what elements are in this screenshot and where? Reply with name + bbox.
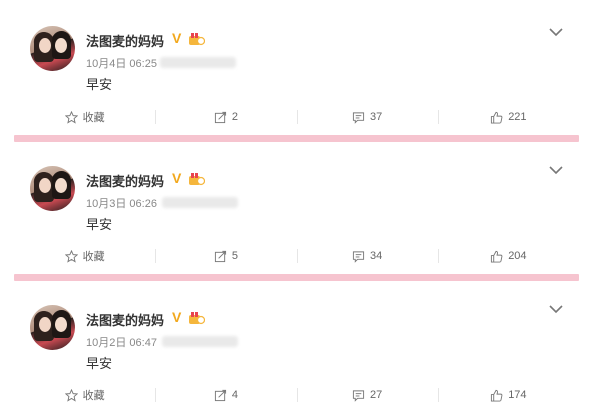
action-bar: 收藏 4 27 174 [14, 383, 579, 407]
verified-icon: V [172, 309, 182, 325]
username[interactable]: 法图麦的妈妈 [86, 310, 164, 329]
thumbs-up-icon [491, 111, 503, 124]
star-icon [64, 249, 78, 263]
blurred-source [162, 197, 238, 208]
avatar[interactable] [30, 305, 75, 350]
repost-count: 4 [231, 389, 238, 401]
like-count: 221 [508, 111, 527, 123]
post-content: 早安 [86, 217, 113, 232]
username[interactable]: 法图麦的妈妈 [86, 171, 164, 190]
favorite-label: 收藏 [82, 112, 105, 124]
comment-icon [352, 389, 365, 402]
medal-icon[interactable] [188, 172, 205, 186]
star-icon [64, 388, 78, 402]
repost-button[interactable]: 2 [155, 105, 296, 129]
like-button[interactable]: 221 [437, 105, 579, 129]
chevron-down-icon[interactable] [549, 165, 563, 175]
repost-icon [214, 111, 226, 123]
favorite-button[interactable]: 收藏 [14, 383, 155, 407]
comment-icon [352, 250, 365, 263]
star-icon [64, 110, 78, 124]
post-card: 法图麦的妈妈 V 10月4日 06:25 早安 收藏 2 37 221 [0, 0, 591, 133]
favorite-label: 收藏 [82, 251, 105, 263]
post-time[interactable]: 10月4日 06:25 [86, 55, 157, 71]
verified-icon: V [172, 170, 182, 186]
action-bar: 收藏 2 37 221 [14, 105, 579, 129]
repost-button[interactable]: 4 [155, 383, 296, 407]
action-bar: 收藏 5 34 204 [14, 244, 579, 268]
username[interactable]: 法图麦的妈妈 [86, 31, 164, 50]
medal-icon[interactable] [188, 32, 205, 46]
post-time[interactable]: 10月2日 06:47 [86, 334, 157, 350]
post-card: 法图麦的妈妈 V 10月3日 06:26 早安 收藏 5 34 204 [0, 144, 591, 272]
blurred-source [162, 336, 238, 347]
like-button[interactable]: 204 [437, 244, 579, 268]
like-count: 174 [508, 389, 527, 401]
favorite-button[interactable]: 收藏 [14, 244, 155, 268]
comment-button[interactable]: 27 [296, 383, 438, 407]
repost-icon [214, 250, 226, 262]
blurred-source [160, 57, 236, 68]
avatar[interactable] [30, 26, 75, 71]
chevron-down-icon[interactable] [549, 27, 563, 37]
post-time[interactable]: 10月3日 06:26 [86, 195, 157, 211]
post-card: 法图麦的妈妈 V 10月2日 06:47 早安 收藏 4 27 174 [0, 283, 591, 412]
comment-button[interactable]: 37 [296, 105, 438, 129]
post-content: 早安 [86, 356, 113, 371]
chevron-down-icon[interactable] [549, 304, 563, 314]
favorite-button[interactable]: 收藏 [14, 105, 155, 129]
comment-count: 34 [370, 250, 383, 262]
post-divider [14, 135, 579, 142]
post-content: 早安 [86, 77, 113, 92]
comment-button[interactable]: 34 [296, 244, 438, 268]
repost-count: 2 [231, 111, 238, 123]
weibo-feed: 法图麦的妈妈 V 10月4日 06:25 早安 收藏 2 37 221 法图麦的… [0, 0, 591, 412]
thumbs-up-icon [491, 389, 503, 402]
avatar[interactable] [30, 166, 75, 211]
repost-icon [214, 389, 226, 401]
medal-icon[interactable] [188, 311, 205, 325]
favorite-label: 收藏 [82, 390, 105, 402]
repost-button[interactable]: 5 [155, 244, 296, 268]
like-button[interactable]: 174 [437, 383, 579, 407]
post-divider [14, 274, 579, 281]
comment-count: 37 [370, 111, 383, 123]
like-count: 204 [508, 250, 527, 262]
thumbs-up-icon [491, 250, 503, 263]
comment-icon [352, 111, 365, 124]
repost-count: 5 [231, 250, 238, 262]
comment-count: 27 [370, 389, 383, 401]
verified-icon: V [172, 30, 182, 46]
